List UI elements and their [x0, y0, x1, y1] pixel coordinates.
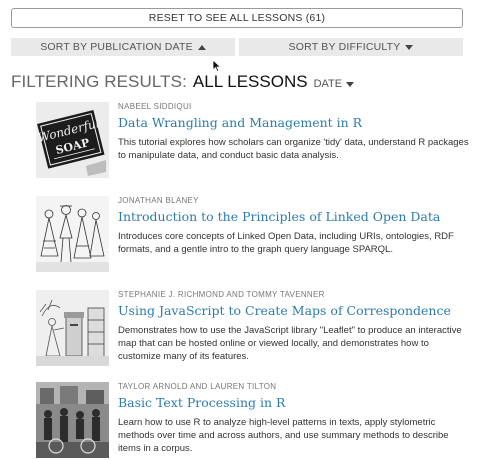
- lesson-title-link[interactable]: Data Wrangling and Management in R: [118, 114, 472, 131]
- sort-bar: SORT BY PUBLICATION DATE SORT BY DIFFICU…: [11, 38, 463, 56]
- lesson-item: STEPHANIE J. RICHMOND AND TOMMY TAVENNER…: [36, 290, 472, 370]
- lesson-description: Demonstrates how to use the JavaScript l…: [118, 325, 462, 362]
- lesson-authors: JONATHAN BLANEY: [118, 196, 199, 205]
- sort-by-date-button[interactable]: SORT BY PUBLICATION DATE: [11, 38, 235, 56]
- lesson-description: This tutorial explores how scholars can …: [118, 137, 469, 161]
- lesson-thumbnail-soap-ad[interactable]: Wonderful SOAP: [36, 102, 109, 178]
- lesson-authors: TAYLOR ARNOLD AND LAUREN TILTON: [118, 382, 277, 391]
- lesson-item: JONATHAN BLANEY Introduction to the Prin…: [36, 196, 472, 276]
- lesson-title-link[interactable]: Using JavaScript to Create Maps of Corre…: [118, 302, 472, 319]
- reset-lessons-button[interactable]: RESET TO SEE ALL LESSONS (61): [11, 8, 463, 28]
- lesson-title-link[interactable]: Basic Text Processing in R: [118, 394, 472, 411]
- caret-up-icon: [197, 44, 206, 50]
- lesson-authors: NABEEL SIDDIQUI: [118, 102, 192, 111]
- sort-by-difficulty-button[interactable]: SORT BY DIFFICULTY: [239, 38, 463, 56]
- lesson-thumbnail-mailbox-scene[interactable]: [36, 290, 109, 366]
- filter-value: ALL LESSONS: [192, 72, 308, 91]
- filter-sort-dropdown[interactable]: DATE: [314, 78, 355, 90]
- lesson-description: Learn how to use R to analyze high-level…: [118, 417, 449, 454]
- lesson-thumbnail-street-photo[interactable]: [36, 382, 109, 458]
- chevron-down-icon: [346, 81, 355, 87]
- filter-heading: FILTERING RESULTS: ALL LESSONS DATE: [11, 72, 355, 92]
- sort-by-date-label: SORT BY PUBLICATION DATE: [40, 41, 193, 53]
- caret-down-icon: [405, 44, 414, 50]
- filter-prefix: FILTERING RESULTS:: [11, 72, 187, 91]
- lesson-title-link[interactable]: Introduction to the Principles of Linked…: [118, 208, 472, 225]
- lesson-thumbnail-victorian-figures[interactable]: [36, 196, 109, 272]
- mouse-pointer-icon: [212, 59, 222, 73]
- lesson-description: Introduces core concepts of Linked Open …: [118, 231, 454, 255]
- filter-sort-label: DATE: [313, 78, 343, 90]
- lesson-item: TAYLOR ARNOLD AND LAUREN TILTON Basic Te…: [36, 382, 472, 460]
- sort-by-difficulty-label: SORT BY DIFFICULTY: [288, 41, 401, 53]
- lesson-item: Wonderful SOAP NABEEL SIDDIQUI Data Wran…: [36, 102, 472, 182]
- lesson-authors: STEPHANIE J. RICHMOND AND TOMMY TAVENNER: [118, 290, 325, 299]
